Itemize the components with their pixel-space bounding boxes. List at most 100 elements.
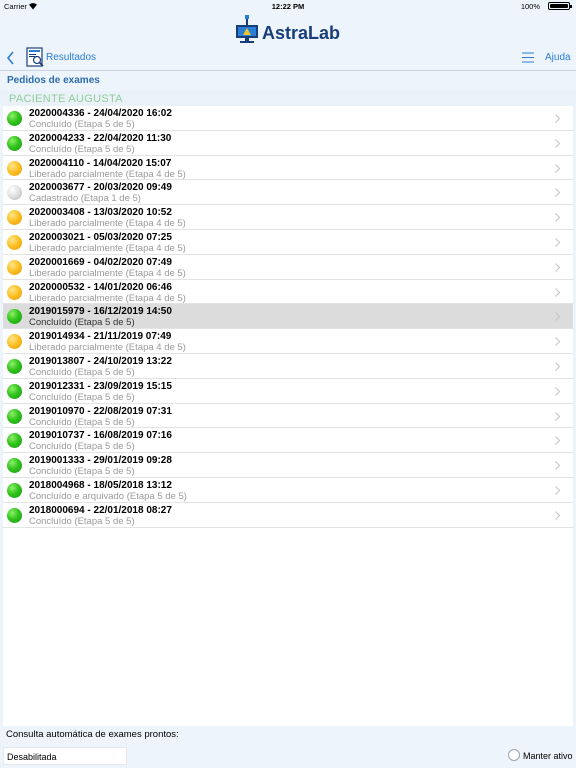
- chevron-right-icon: [555, 510, 560, 520]
- keep-active-radio[interactable]: [508, 749, 520, 761]
- status-dot-icon: [7, 284, 22, 300]
- exam-title: 2018000694 - 22/01/2018 08:27: [29, 504, 172, 516]
- exam-status: Cadastrado (Etapa 1 de 5): [29, 193, 141, 205]
- exam-status: Liberado parcialmente (Etapa 4 de 5): [29, 267, 186, 279]
- chevron-right-icon: [555, 213, 560, 223]
- exam-title: 2020004110 - 14/04/2020 15:07: [29, 157, 172, 169]
- status-dot-icon: [7, 235, 22, 250]
- chevron-right-icon: [555, 386, 560, 396]
- exam-row[interactable]: 2020003677 - 20/03/2020 09:49 Cadastrado …: [3, 180, 573, 206]
- exam-title: 2019001333 - 29/01/2019 09:28: [29, 455, 172, 467]
- back-chevron-icon[interactable]: [5, 50, 17, 66]
- exam-title: 2020000532 - 14/01/2020 06:46: [29, 281, 172, 293]
- exam-row[interactable]: 2020004110 - 14/04/2020 15:07 Liberado pa…: [3, 156, 573, 181]
- results-document-icon[interactable]: [26, 47, 45, 68]
- help-link[interactable]: Ajuda: [545, 52, 571, 63]
- exam-row[interactable]: 2020001669 - 04/02/2020 07:49 Liberado pa…: [3, 255, 573, 280]
- exam-status: Concluído (Etapa 5 de 5): [29, 317, 135, 329]
- auto-check-label: Consulta automática de exames prontos:: [6, 729, 179, 740]
- clock: 12:22 PM: [271, 2, 305, 11]
- exam-row[interactable]: 2019010737 - 16/08/2019 07:16 Concluído (…: [3, 428, 573, 454]
- chevron-right-icon: [555, 486, 560, 495]
- exam-row[interactable]: 2018000694 - 22/01/2018 08:27 Concluído (…: [3, 503, 573, 528]
- back-results-link[interactable]: Resultados: [46, 52, 96, 63]
- status-dot-icon: [7, 507, 22, 523]
- patient-header: PACIENTE AUGUSTA: [0, 91, 576, 106]
- chevron-right-icon: [555, 262, 560, 272]
- exam-row[interactable]: 2018004968 - 18/05/2018 13:12 Concluído e…: [3, 478, 573, 503]
- chevron-right-icon: [555, 337, 560, 347]
- exam-list: 2020004336 - 24/04/2020 16:02 Concluído (…: [3, 106, 573, 726]
- exam-row[interactable]: 2020003408 - 13/03/2020 10:52 Liberado pa…: [3, 205, 573, 230]
- exam-status: Concluído (Etapa 5 de 5): [29, 391, 135, 403]
- exam-row[interactable]: 2019012331 - 23/09/2019 15:15 Concluído (…: [3, 379, 573, 404]
- exam-status: Liberado parcialmente (Etapa 4 de 5): [29, 243, 186, 254]
- exam-title: 2020003021 - 05/03/2020 07:25: [29, 232, 172, 243]
- status-dot-icon: [7, 135, 22, 151]
- chevron-right-icon: [555, 312, 560, 322]
- exam-status: Concluído (Etapa 5 de 5): [29, 367, 135, 378]
- exam-status: Concluído (Etapa 5 de 5): [29, 515, 135, 527]
- chevron-right-icon: [555, 411, 560, 421]
- exam-title: 2018004968 - 18/05/2018 13:12: [29, 480, 172, 491]
- exam-title: 2019010737 - 16/08/2019 07:16: [29, 430, 172, 442]
- page-title: Pedidos de exames: [7, 75, 100, 86]
- exam-status: Concluído (Etapa 5 de 5): [29, 466, 135, 478]
- exam-row[interactable]: 2020003021 - 05/03/2020 07:25 Liberado pa…: [3, 230, 573, 255]
- status-dot-icon: [7, 408, 22, 424]
- status-bar: Carrier 12:22 PM 100%: [0, 0, 576, 12]
- exam-row[interactable]: 2019001333 - 29/01/2019 09:28 Concluído (…: [3, 453, 573, 478]
- menu-icon[interactable]: [522, 52, 534, 63]
- chevron-right-icon: [555, 436, 560, 446]
- exam-status: Liberado parcialmente (Etapa 4 de 5): [29, 218, 186, 230]
- chevron-right-icon: [555, 188, 560, 198]
- chevron-right-icon: [555, 362, 560, 371]
- status-dot-icon: [7, 160, 22, 176]
- exam-status: Concluído (Etapa 5 de 5): [29, 441, 135, 453]
- exam-row[interactable]: 2019013807 - 24/10/2019 13:22 Concluído (…: [3, 354, 573, 379]
- exam-row[interactable]: 2020000532 - 14/01/2020 06:46 Liberado pa…: [3, 280, 573, 305]
- exam-row[interactable]: 2019010970 - 22/08/2019 07:31 Concluído (…: [3, 404, 573, 429]
- exam-row[interactable]: 2019014934 - 21/11/2019 07:49 Liberado pa…: [3, 329, 573, 354]
- exam-title: 2020003408 - 13/03/2020 10:52: [29, 207, 172, 219]
- exam-title: 2020004233 - 22/04/2020 11:30: [29, 132, 172, 144]
- exam-status: Liberado parcialmente (Etapa 4 de 5): [29, 168, 186, 180]
- exam-row[interactable]: 2020004233 - 22/04/2020 11:30 Concluído (…: [3, 131, 573, 156]
- app-logo: AstraLab: [232, 15, 348, 45]
- chevron-right-icon: [555, 287, 560, 297]
- navigation-bar: Resultados Ajuda: [0, 45, 576, 71]
- chevron-right-icon: [555, 461, 560, 471]
- exam-row[interactable]: 2020004336 - 24/04/2020 16:02 Concluído (…: [3, 106, 573, 131]
- status-dot-icon: [7, 359, 22, 374]
- exam-status: Concluído (Etapa 5 de 5): [29, 119, 135, 130]
- chevron-right-icon: [555, 163, 560, 173]
- exam-title: 2020003677 - 20/03/2020 09:49: [29, 182, 172, 194]
- chevron-right-icon: [555, 114, 560, 123]
- logo-text: AstraLab: [262, 23, 341, 43]
- auto-check-status-field[interactable]: Desabilitada: [3, 747, 127, 765]
- battery-icon: [548, 2, 572, 10]
- status-dot-icon: [7, 433, 22, 449]
- exam-title: 2019012331 - 23/09/2019 15:15: [29, 380, 172, 392]
- chevron-right-icon: [555, 238, 560, 247]
- exam-title: 2020004336 - 24/04/2020 16:02: [29, 108, 172, 119]
- keep-active-label: Manter ativo: [523, 751, 573, 761]
- exam-title: 2019010970 - 22/08/2019 07:31: [29, 405, 172, 417]
- battery-percentage: 100%: [520, 2, 540, 11]
- monitor-logo-icon: [236, 15, 258, 43]
- status-dot-icon: [7, 383, 22, 399]
- exam-status: Liberado parcialmente (Etapa 4 de 5): [29, 342, 186, 354]
- status-dot-icon: [7, 483, 22, 498]
- exam-title: 2019013807 - 24/10/2019 13:22: [29, 356, 172, 367]
- exam-title: 2020001669 - 04/02/2020 07:49: [29, 256, 172, 268]
- status-dot-icon: [7, 259, 22, 275]
- exam-title: 2019014934 - 21/11/2019 07:49: [29, 331, 172, 343]
- exam-row[interactable]: 2019015979 - 16/12/2019 14:50 Concluído (…: [3, 304, 573, 330]
- exam-title: 2019015979 - 16/12/2019 14:50: [29, 306, 172, 318]
- status-dot-icon: [7, 210, 22, 226]
- exam-status: Liberado parcialmente (Etapa 4 de 5): [29, 292, 186, 304]
- status-dot-icon: [7, 309, 22, 325]
- status-dot-icon: [7, 334, 22, 350]
- status-dot-icon: [7, 458, 22, 474]
- exam-status: Concluído (Etapa 5 de 5): [29, 143, 135, 155]
